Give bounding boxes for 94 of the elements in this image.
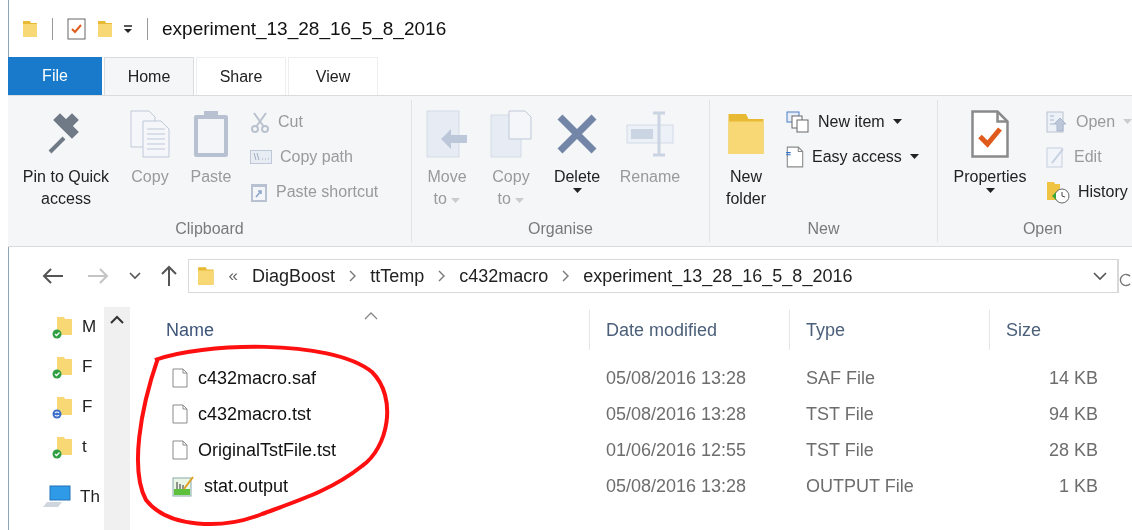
ribbon-button[interactable]: Easy access bbox=[786, 143, 919, 171]
folder-icon bbox=[22, 18, 38, 39]
caret-icon bbox=[572, 188, 582, 194]
scroll-up-icon bbox=[110, 315, 124, 324]
breadcrumb[interactable]: DiagBoost bbox=[252, 265, 336, 287]
paste-shortcut-icon bbox=[250, 181, 268, 203]
file-name[interactable]: c432macro.tst bbox=[198, 403, 312, 425]
chevron-down-icon[interactable] bbox=[1093, 271, 1107, 281]
caret-icon bbox=[451, 198, 461, 204]
file-type: OUTPUT File bbox=[805, 475, 915, 497]
file-size: 14 KB bbox=[1047, 367, 1099, 389]
file-name[interactable]: c432macro.saf bbox=[198, 367, 317, 389]
scissors-icon bbox=[250, 111, 270, 133]
chevron-right-icon bbox=[349, 270, 357, 282]
back-arrow-icon bbox=[42, 268, 64, 284]
properties-icon[interactable] bbox=[67, 17, 87, 40]
ribbon-button[interactable]: Delete bbox=[550, 106, 604, 194]
rename-icon bbox=[625, 111, 675, 157]
address-bar[interactable]: « DiagBoost ttTemp c432macro experiment_13_28_16_5_8_2016 bbox=[188, 259, 1118, 293]
nav-item[interactable]: M bbox=[82, 317, 97, 337]
document-icon bbox=[172, 440, 188, 460]
new-item-icon bbox=[786, 111, 810, 133]
nav-item[interactable]: F bbox=[82, 357, 93, 377]
column-header[interactable]: Date modified bbox=[590, 310, 790, 350]
caret-icon bbox=[985, 188, 995, 194]
open-icon bbox=[1046, 111, 1068, 133]
caret-icon bbox=[515, 198, 525, 204]
group-label: New bbox=[806, 220, 841, 239]
date-modified: 01/06/2016 12:55 bbox=[605, 439, 748, 461]
date-modified: 05/08/2016 13:28 bbox=[605, 475, 748, 497]
synced-folder-icon bbox=[52, 435, 74, 459]
breadcrumb[interactable]: c432macro bbox=[459, 265, 549, 287]
syncing-folder-icon bbox=[52, 395, 74, 419]
edit-icon bbox=[1046, 146, 1066, 168]
file-type: TST File bbox=[805, 439, 875, 461]
group-label: Clipboard bbox=[174, 220, 245, 239]
ribbon-button[interactable]: New folder bbox=[720, 106, 772, 210]
ribbon-button[interactable]: History bbox=[1046, 178, 1132, 206]
clipboard-icon bbox=[192, 109, 230, 159]
overflow-chevron[interactable]: « bbox=[228, 266, 239, 286]
file-name[interactable]: OriginalTstFile.tst bbox=[198, 439, 337, 461]
folder-icon bbox=[197, 265, 215, 287]
chart-file-icon bbox=[172, 475, 194, 497]
date-modified: 05/08/2016 13:28 bbox=[605, 367, 748, 389]
breadcrumb[interactable]: ttTemp bbox=[370, 265, 425, 287]
synced-folder-icon bbox=[52, 355, 74, 379]
forward-arrow-icon bbox=[87, 268, 109, 284]
nav-item[interactable]: F bbox=[82, 397, 93, 417]
file-size: 1 KB bbox=[1057, 475, 1099, 497]
new-folder-icon bbox=[97, 18, 113, 39]
copy-icon bbox=[129, 109, 171, 159]
nav-item[interactable]: t bbox=[82, 437, 87, 457]
caret-icon bbox=[909, 154, 919, 160]
caret-icon bbox=[1123, 119, 1132, 125]
easy-access-icon bbox=[786, 146, 804, 168]
copy-to-icon bbox=[489, 109, 533, 159]
ribbon-button[interactable]: New item bbox=[786, 108, 919, 136]
breadcrumb[interactable]: experiment_13_28_16_5_8_2016 bbox=[583, 265, 853, 287]
up-arrow-icon bbox=[161, 265, 177, 287]
file-name[interactable]: stat.output bbox=[204, 475, 289, 497]
column-header[interactable]: Type bbox=[790, 310, 990, 350]
nav-item[interactable]: Th bbox=[80, 487, 100, 507]
scrollbar[interactable] bbox=[104, 307, 130, 530]
computer-icon bbox=[42, 485, 72, 509]
file-size: 28 KB bbox=[1047, 439, 1099, 461]
move-to-icon bbox=[425, 109, 469, 159]
copy-path-icon bbox=[250, 150, 272, 164]
document-icon bbox=[172, 404, 188, 424]
file-type: SAF File bbox=[805, 367, 876, 389]
ribbon-button[interactable]: Properties bbox=[948, 106, 1032, 194]
customize-toolbar-icon[interactable] bbox=[123, 23, 133, 34]
properties-icon bbox=[970, 109, 1010, 159]
file-type: TST File bbox=[805, 403, 875, 425]
chevron-right-icon bbox=[438, 270, 446, 282]
chevron-right-icon bbox=[562, 270, 570, 282]
date-modified: 05/08/2016 13:28 bbox=[605, 403, 748, 425]
column-header[interactable]: Name bbox=[150, 310, 590, 350]
file-size: 94 KB bbox=[1047, 403, 1099, 425]
synced-folder-icon bbox=[52, 315, 74, 339]
history-icon bbox=[1046, 180, 1070, 204]
ribbon-tab[interactable]: Home bbox=[104, 57, 194, 95]
ribbon-tab[interactable]: View bbox=[288, 57, 378, 95]
column-header[interactable]: Size bbox=[990, 310, 1112, 350]
cross-icon bbox=[556, 113, 598, 155]
document-icon bbox=[172, 368, 188, 388]
ribbon-button[interactable]: Pin to Quick access bbox=[18, 106, 114, 210]
group-label: Organise bbox=[527, 220, 594, 239]
ribbon-tab[interactable]: Share bbox=[196, 57, 286, 95]
group-label: Open bbox=[1021, 220, 1064, 239]
window-title: experiment_13_28_16_5_8_2016 bbox=[162, 17, 447, 40]
refresh-icon[interactable] bbox=[1118, 259, 1132, 293]
caret-icon bbox=[892, 119, 902, 125]
chevron-down-icon bbox=[129, 272, 141, 280]
file-menu-tab[interactable]: File bbox=[8, 57, 102, 95]
